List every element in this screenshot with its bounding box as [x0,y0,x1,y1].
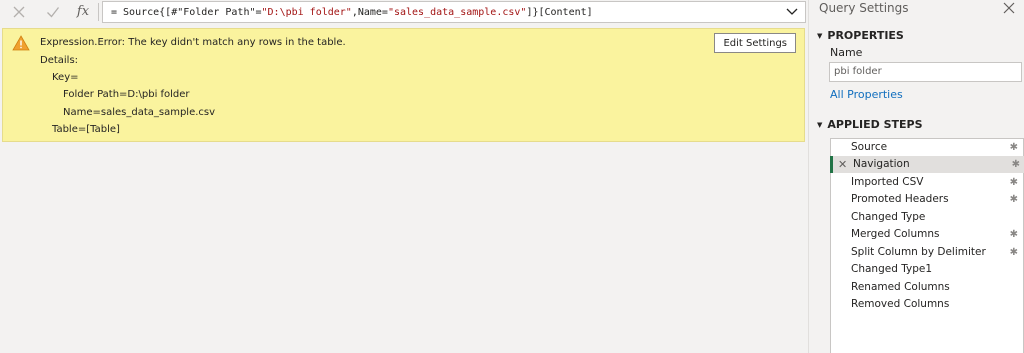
properties-header-label: PROPERTIES [827,29,904,42]
formula-string-folder: "D:\pbi folder" [261,7,352,18]
step-split-column-by-delimiter[interactable]: Split Column by Delimiter ✱ [831,244,1023,261]
formula-prefix: = Source{[#"Folder Path"= [111,7,262,18]
pane-title: Query Settings [819,1,909,15]
step-promoted-headers[interactable]: Promoted Headers ✱ [831,191,1023,208]
step-navigation[interactable]: ✕ Navigation ✱ [830,156,1024,173]
step-label: Changed Type1 [851,263,933,275]
step-renamed-columns[interactable]: Renamed Columns [831,279,1023,296]
step-label: Changed Type [851,211,926,223]
gear-icon[interactable]: ✱ [1010,244,1018,261]
query-settings-pane: Query Settings ▼ PROPERTIES Name pbi fold… [808,0,1024,353]
check-icon[interactable] [42,2,64,22]
formula-mid: ,Name= [351,7,388,18]
step-label: Promoted Headers [851,193,949,205]
formula-suffix: ]}[Content] [526,7,593,18]
step-removed-columns[interactable]: Removed Columns [831,296,1023,313]
triangle-down-icon: ▼ [817,32,823,40]
all-properties-link[interactable]: All Properties [830,88,903,101]
fx-icon[interactable]: fx [72,2,94,22]
step-label: Source [851,141,888,153]
step-changed-type1[interactable]: Changed Type1 [831,261,1023,278]
step-label: Renamed Columns [851,281,950,293]
step-label: Removed Columns [851,298,950,310]
step-imported-csv[interactable]: Imported CSV ✱ [831,174,1023,191]
applied-steps-list: Source ✱ ✕ Navigation ✱ Imported CSV ✱ P… [830,138,1024,353]
triangle-down-icon: ▼ [817,121,823,129]
gear-icon[interactable]: ✱ [1010,191,1018,208]
error-folder-path: Folder Path=D:\pbi folder [63,89,190,100]
warning-icon [12,35,30,51]
error-details-label: Details: [40,55,79,66]
step-label: Navigation [853,158,910,170]
query-name-input[interactable]: pbi folder [829,62,1022,82]
step-label: Split Column by Delimiter [851,246,986,258]
delete-step-icon[interactable]: ✕ [838,156,847,173]
gear-icon[interactable]: ✱ [1010,139,1018,156]
gear-icon[interactable]: ✱ [1012,156,1020,173]
formula-text: = Source{[#"Folder Path"="D:\pbi folder"… [111,2,593,23]
close-icon[interactable] [1003,0,1015,18]
applied-steps-section-header[interactable]: ▼ APPLIED STEPS [817,118,923,131]
properties-section-header[interactable]: ▼ PROPERTIES [817,29,904,42]
applied-steps-header-label: APPLIED STEPS [827,118,923,131]
step-label: Merged Columns [851,228,940,240]
chevron-down-icon[interactable] [785,4,799,20]
error-table: Table=[Table] [52,124,120,135]
formula-string-name: "sales_data_sample.csv" [387,7,527,18]
step-merged-columns[interactable]: Merged Columns ✱ [831,226,1023,243]
error-panel: Expression.Error: The key didn't match a… [2,28,805,142]
error-name: Name=sales_data_sample.csv [63,107,216,118]
step-label: Imported CSV [851,176,924,188]
step-source[interactable]: Source ✱ [831,139,1023,156]
step-changed-type[interactable]: Changed Type [831,209,1023,226]
name-label: Name [830,46,863,59]
error-key-label: Key= [52,72,79,83]
formula-divider [98,3,99,21]
gear-icon[interactable]: ✱ [1010,226,1018,243]
formula-bar: fx = Source{[#"Folder Path"="D:\pbi fold… [0,0,808,24]
gear-icon[interactable]: ✱ [1010,174,1018,191]
edit-settings-button[interactable]: Edit Settings [714,33,796,53]
formula-input[interactable]: = Source{[#"Folder Path"="D:\pbi folder"… [102,1,806,23]
close-icon[interactable] [8,2,30,22]
error-message: Expression.Error: The key didn't match a… [40,37,346,48]
